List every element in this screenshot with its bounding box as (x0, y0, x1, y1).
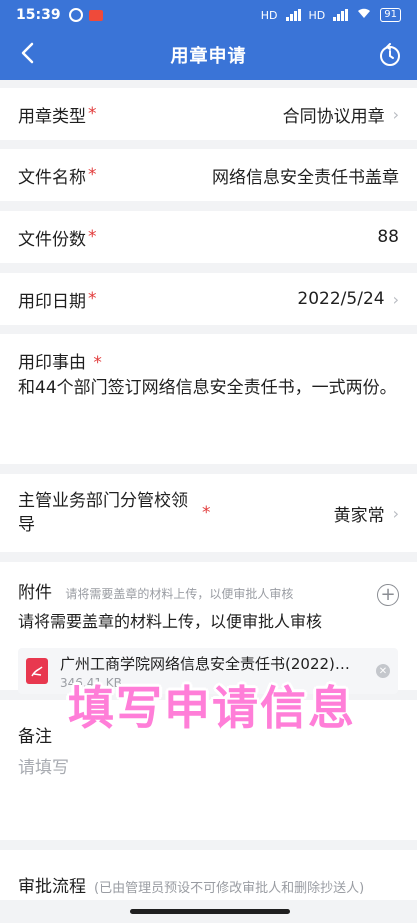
close-icon: ✕ (378, 665, 388, 677)
seal-date-label: 用印日期 (18, 291, 86, 312)
seal-reason-textarea[interactable]: 和44个部门签订网络信息安全责任书，一式两份。 (18, 375, 399, 401)
remove-file-button[interactable]: ✕ (376, 664, 390, 678)
supervisor-row[interactable]: 主管业务部门分管校领导 * 黄家常 › (0, 474, 417, 552)
history-icon (380, 43, 400, 66)
required-mark: * (88, 104, 97, 124)
seal-type-value: 合同协议用章 (282, 106, 385, 127)
back-button[interactable] (12, 38, 42, 68)
add-attachment-button[interactable]: + (377, 584, 399, 606)
seal-type-label: 用章类型 (18, 106, 86, 127)
file-copies-input[interactable]: 88 (377, 227, 399, 247)
attachment-hint: 请将需要盖章的材料上传，以便审批人审核 (65, 587, 294, 601)
attachment-label: 附件 (18, 583, 52, 603)
chevron-left-icon (21, 42, 34, 64)
history-button[interactable] (375, 40, 405, 70)
signal-icon (285, 9, 301, 21)
required-mark: * (88, 289, 97, 309)
pdf-icon (26, 658, 48, 684)
required-mark: * (93, 353, 102, 373)
wifi-icon (356, 7, 372, 23)
top-bar: 15:39 HD HD 91 用章申请 (0, 0, 417, 80)
seal-type-row[interactable]: 用章类型 * 合同协议用章 › (0, 88, 417, 140)
chevron-right-icon: › (392, 104, 399, 124)
home-indicator[interactable] (130, 909, 290, 914)
file-name-label: 文件名称 (18, 167, 86, 188)
seal-date-row[interactable]: 用印日期 * 2022/5/24 › (0, 273, 417, 325)
screen-record-icon (88, 9, 103, 21)
battery-icon: 91 (380, 8, 401, 22)
supervisor-label: 主管业务部门分管校领导 (18, 491, 188, 535)
approval-label: 审批流程 (18, 877, 86, 897)
seal-reason-block[interactable]: 用印事由 * 和44个部门签订网络信息安全责任书，一式两份。 (0, 334, 417, 464)
status-bar: 15:39 HD HD 91 (0, 0, 417, 30)
supervisor-value: 黄家常 (333, 505, 385, 526)
alarm-icon (68, 8, 83, 22)
file-name-row[interactable]: 文件名称 * 网络信息安全责任书盖章 (0, 149, 417, 201)
status-time: 15:39 (16, 7, 61, 23)
required-mark: * (88, 227, 97, 247)
attachment-block: 附件 请将需要盖章的材料上传，以便审批人审核 + 请将需要盖章的材料上传，以便审… (0, 562, 417, 694)
nav-bar: 用章申请 (0, 30, 417, 80)
remarks-input[interactable]: 请填写 (18, 753, 399, 778)
seal-reason-label: 用印事由 (18, 353, 86, 373)
required-mark: * (88, 165, 97, 185)
required-mark: * (202, 503, 211, 523)
approval-block: 审批流程 (已由管理员预设不可修改审批人和删除抄送人) (0, 850, 417, 900)
file-copies-label: 文件份数 (18, 229, 86, 250)
file-name-input[interactable]: 网络信息安全责任书盖章 (212, 163, 399, 188)
plus-icon: + (380, 584, 396, 605)
file-copies-row[interactable]: 文件份数 * 88 (0, 211, 417, 263)
overlay-caption: 填写申请信息 (68, 681, 356, 735)
approval-hint: (已由管理员预设不可修改审批人和删除抄送人) (94, 881, 365, 896)
chevron-right-icon: › (392, 503, 399, 523)
seal-date-value: 2022/5/24 (297, 289, 385, 309)
network-label-2: HD (308, 8, 326, 22)
attachment-file-name: 广州工商学院网络信息安全责任书(2022)… (60, 654, 350, 673)
attachment-description: 请将需要盖章的材料上传，以便审批人审核 (18, 612, 323, 631)
chevron-right-icon: › (392, 289, 399, 309)
network-label-1: HD (260, 8, 278, 22)
page-title: 用章申请 (170, 46, 247, 67)
signal-icon-2 (333, 9, 349, 21)
